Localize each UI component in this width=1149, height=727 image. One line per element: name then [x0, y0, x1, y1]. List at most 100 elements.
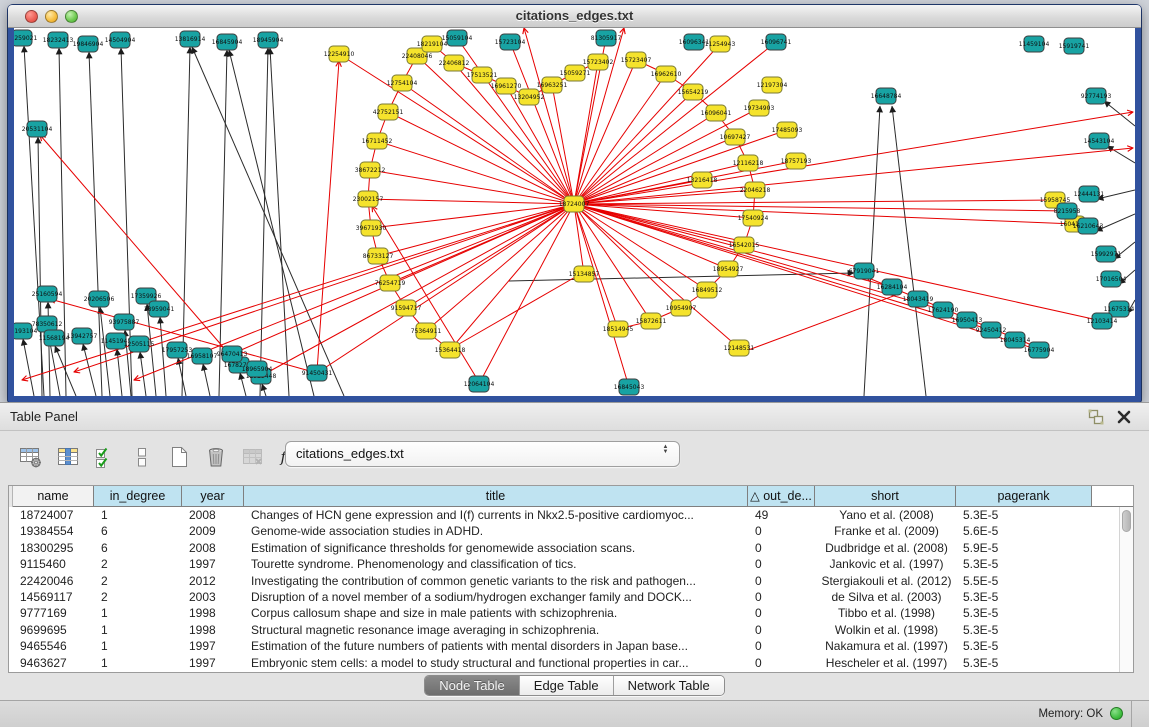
graph-node[interactable]: 19846904	[73, 36, 104, 52]
tab-network-table[interactable]: Network Table	[614, 676, 724, 695]
cell-short[interactable]: Tibbo et al. (1998)	[816, 605, 957, 621]
graph-node[interactable]: 11459104	[1019, 36, 1050, 52]
cell-in-degree[interactable]: 6	[95, 523, 183, 539]
cell-title[interactable]: Tourette syndrome. Phenomenology and cla…	[245, 556, 749, 572]
cell-short[interactable]: Jankovic et al. (1997)	[816, 556, 957, 572]
column-header-in-degree[interactable]: in_degree	[94, 486, 182, 507]
cell-in-degree[interactable]: 1	[95, 622, 183, 638]
window-minimize-button[interactable]	[45, 10, 58, 23]
graph-node[interactable]: 18232413	[43, 32, 74, 48]
column-header-title[interactable]: title	[244, 486, 748, 507]
graph-node[interactable]: 16648784	[871, 88, 902, 104]
cell-pagerank[interactable]: 5.3E-5	[957, 507, 1093, 523]
cell-in-degree[interactable]: 2	[95, 573, 183, 589]
cell-title[interactable]: Changes of HCN gene expression and I(f) …	[245, 507, 749, 523]
cell-title[interactable]: Estimation of significance thresholds fo…	[245, 540, 749, 556]
graph-node[interactable]: 16845043	[614, 379, 645, 395]
graph-edge[interactable]	[402, 83, 574, 204]
graph-edge[interactable]	[1104, 101, 1135, 126]
scrollbar-thumb[interactable]	[1122, 510, 1131, 532]
graph-node[interactable]: 23002157	[353, 191, 384, 207]
graph-node[interactable]: 10954907	[666, 300, 697, 316]
graph-node[interactable]: 15364418	[435, 342, 466, 358]
cell-title[interactable]: Disruption of a novel member of a sodium…	[245, 589, 749, 605]
graph-node[interactable]: 38672212	[355, 162, 386, 178]
cell-short[interactable]: Hescheler et al. (1997)	[816, 655, 957, 671]
table-row[interactable]: 969969511998Structural magnetic resonanc…	[9, 622, 1119, 638]
graph-node[interactable]: 81305917	[591, 30, 622, 46]
graph-edge[interactable]	[892, 106, 926, 396]
graph-edge[interactable]	[524, 28, 574, 204]
graph-edge[interactable]	[339, 54, 574, 204]
cell-name[interactable]: 9465546	[14, 638, 95, 654]
graph-edge[interactable]	[83, 344, 96, 396]
memory-ok-icon[interactable]	[1110, 707, 1123, 720]
cell-title[interactable]: Structural magnetic resonance image aver…	[245, 622, 749, 638]
graph-node[interactable]: 12254910	[324, 46, 355, 62]
table-body[interactable]: 1872400712008Changes of HCN gene express…	[9, 507, 1119, 672]
graph-node[interactable]: 25160594	[32, 286, 63, 302]
graph-node[interactable]: 18757193	[781, 153, 812, 169]
cell-in-degree[interactable]: 2	[95, 589, 183, 605]
cell-year[interactable]: 2008	[183, 507, 245, 523]
graph-edge[interactable]	[160, 317, 166, 396]
cell-short[interactable]: Wolkin et al. (1998)	[816, 622, 957, 638]
graph-edge[interactable]	[203, 364, 210, 396]
graph-edge[interactable]	[378, 204, 574, 256]
graph-node[interactable]: 12148531	[724, 340, 755, 356]
window-close-button[interactable]	[25, 10, 38, 23]
graph-node[interactable]: 18954927	[713, 261, 744, 277]
cell-out-de-[interactable]: 49	[749, 507, 816, 523]
cell-name[interactable]: 22420046	[14, 573, 95, 589]
cell-name[interactable]: 18724007	[14, 507, 95, 523]
graph-node[interactable]: 14543104	[1084, 133, 1115, 149]
window-zoom-button[interactable]	[65, 10, 78, 23]
cell-year[interactable]: 1997	[183, 638, 245, 654]
graph-edge[interactable]	[192, 47, 344, 396]
table-mode-icon[interactable]	[16, 441, 46, 473]
graph-node[interactable]: 17485093	[772, 122, 803, 138]
graph-node[interactable]: 17540924	[738, 210, 769, 226]
float-panel-icon[interactable]	[1087, 408, 1105, 426]
delete-table-icon[interactable]	[238, 441, 268, 473]
cell-out-de-[interactable]: 0	[749, 540, 816, 556]
unselect-all-icon[interactable]	[127, 441, 157, 473]
cell-year[interactable]: 1998	[183, 605, 245, 621]
graph-edge[interactable]	[270, 48, 289, 396]
cell-out-de-[interactable]: 0	[749, 605, 816, 621]
graph-edge[interactable]	[260, 48, 268, 396]
select-all-icon[interactable]	[90, 441, 120, 473]
graph-node[interactable]: 20531104	[22, 121, 53, 137]
graph-node[interactable]: 14504904	[105, 32, 136, 48]
graph-edge[interactable]	[372, 206, 479, 382]
cell-year[interactable]: 2008	[183, 540, 245, 556]
cell-out-de-[interactable]: 0	[749, 589, 816, 605]
graph-edge[interactable]	[317, 61, 339, 371]
graph-node[interactable]: 15992971	[1091, 246, 1122, 262]
graph-edge[interactable]	[229, 50, 314, 396]
delete-columns-icon[interactable]	[201, 441, 231, 473]
graph-node[interactable]: 16711452	[362, 133, 393, 149]
table-row[interactable]: 946362711997Embryonic stem cells: a mode…	[9, 655, 1119, 671]
graph-node[interactable]: 17016504	[1096, 271, 1127, 287]
graph-edge[interactable]	[574, 200, 1055, 204]
graph-edge[interactable]	[452, 272, 584, 348]
cell-short[interactable]: Franke et al. (2009)	[816, 523, 957, 539]
table-row[interactable]: 1938455462009Genome-wide association stu…	[9, 523, 1119, 539]
graph-edge[interactable]	[574, 108, 759, 204]
cell-name[interactable]: 18300295	[14, 540, 95, 556]
tab-node-table[interactable]: Node Table	[425, 676, 520, 695]
graph-node[interactable]: 16096041	[701, 105, 732, 121]
table-vertical-scrollbar[interactable]	[1119, 507, 1133, 672]
cell-short[interactable]: Yano et al. (2008)	[816, 507, 957, 523]
graph-edge[interactable]	[426, 204, 574, 331]
graph-node[interactable]: 15872611	[636, 313, 667, 329]
cell-pagerank[interactable]: 5.6E-5	[957, 523, 1093, 539]
graph-node[interactable]: 18514945	[603, 321, 634, 337]
cell-year[interactable]: 1997	[183, 655, 245, 671]
cell-year[interactable]: 2003	[183, 589, 245, 605]
graph-node[interactable]: 10697427	[720, 129, 751, 145]
cell-out-de-[interactable]: 0	[749, 556, 816, 572]
cell-short[interactable]: Dudbridge et al. (2008)	[816, 540, 957, 556]
graph-edge[interactable]	[743, 295, 896, 352]
